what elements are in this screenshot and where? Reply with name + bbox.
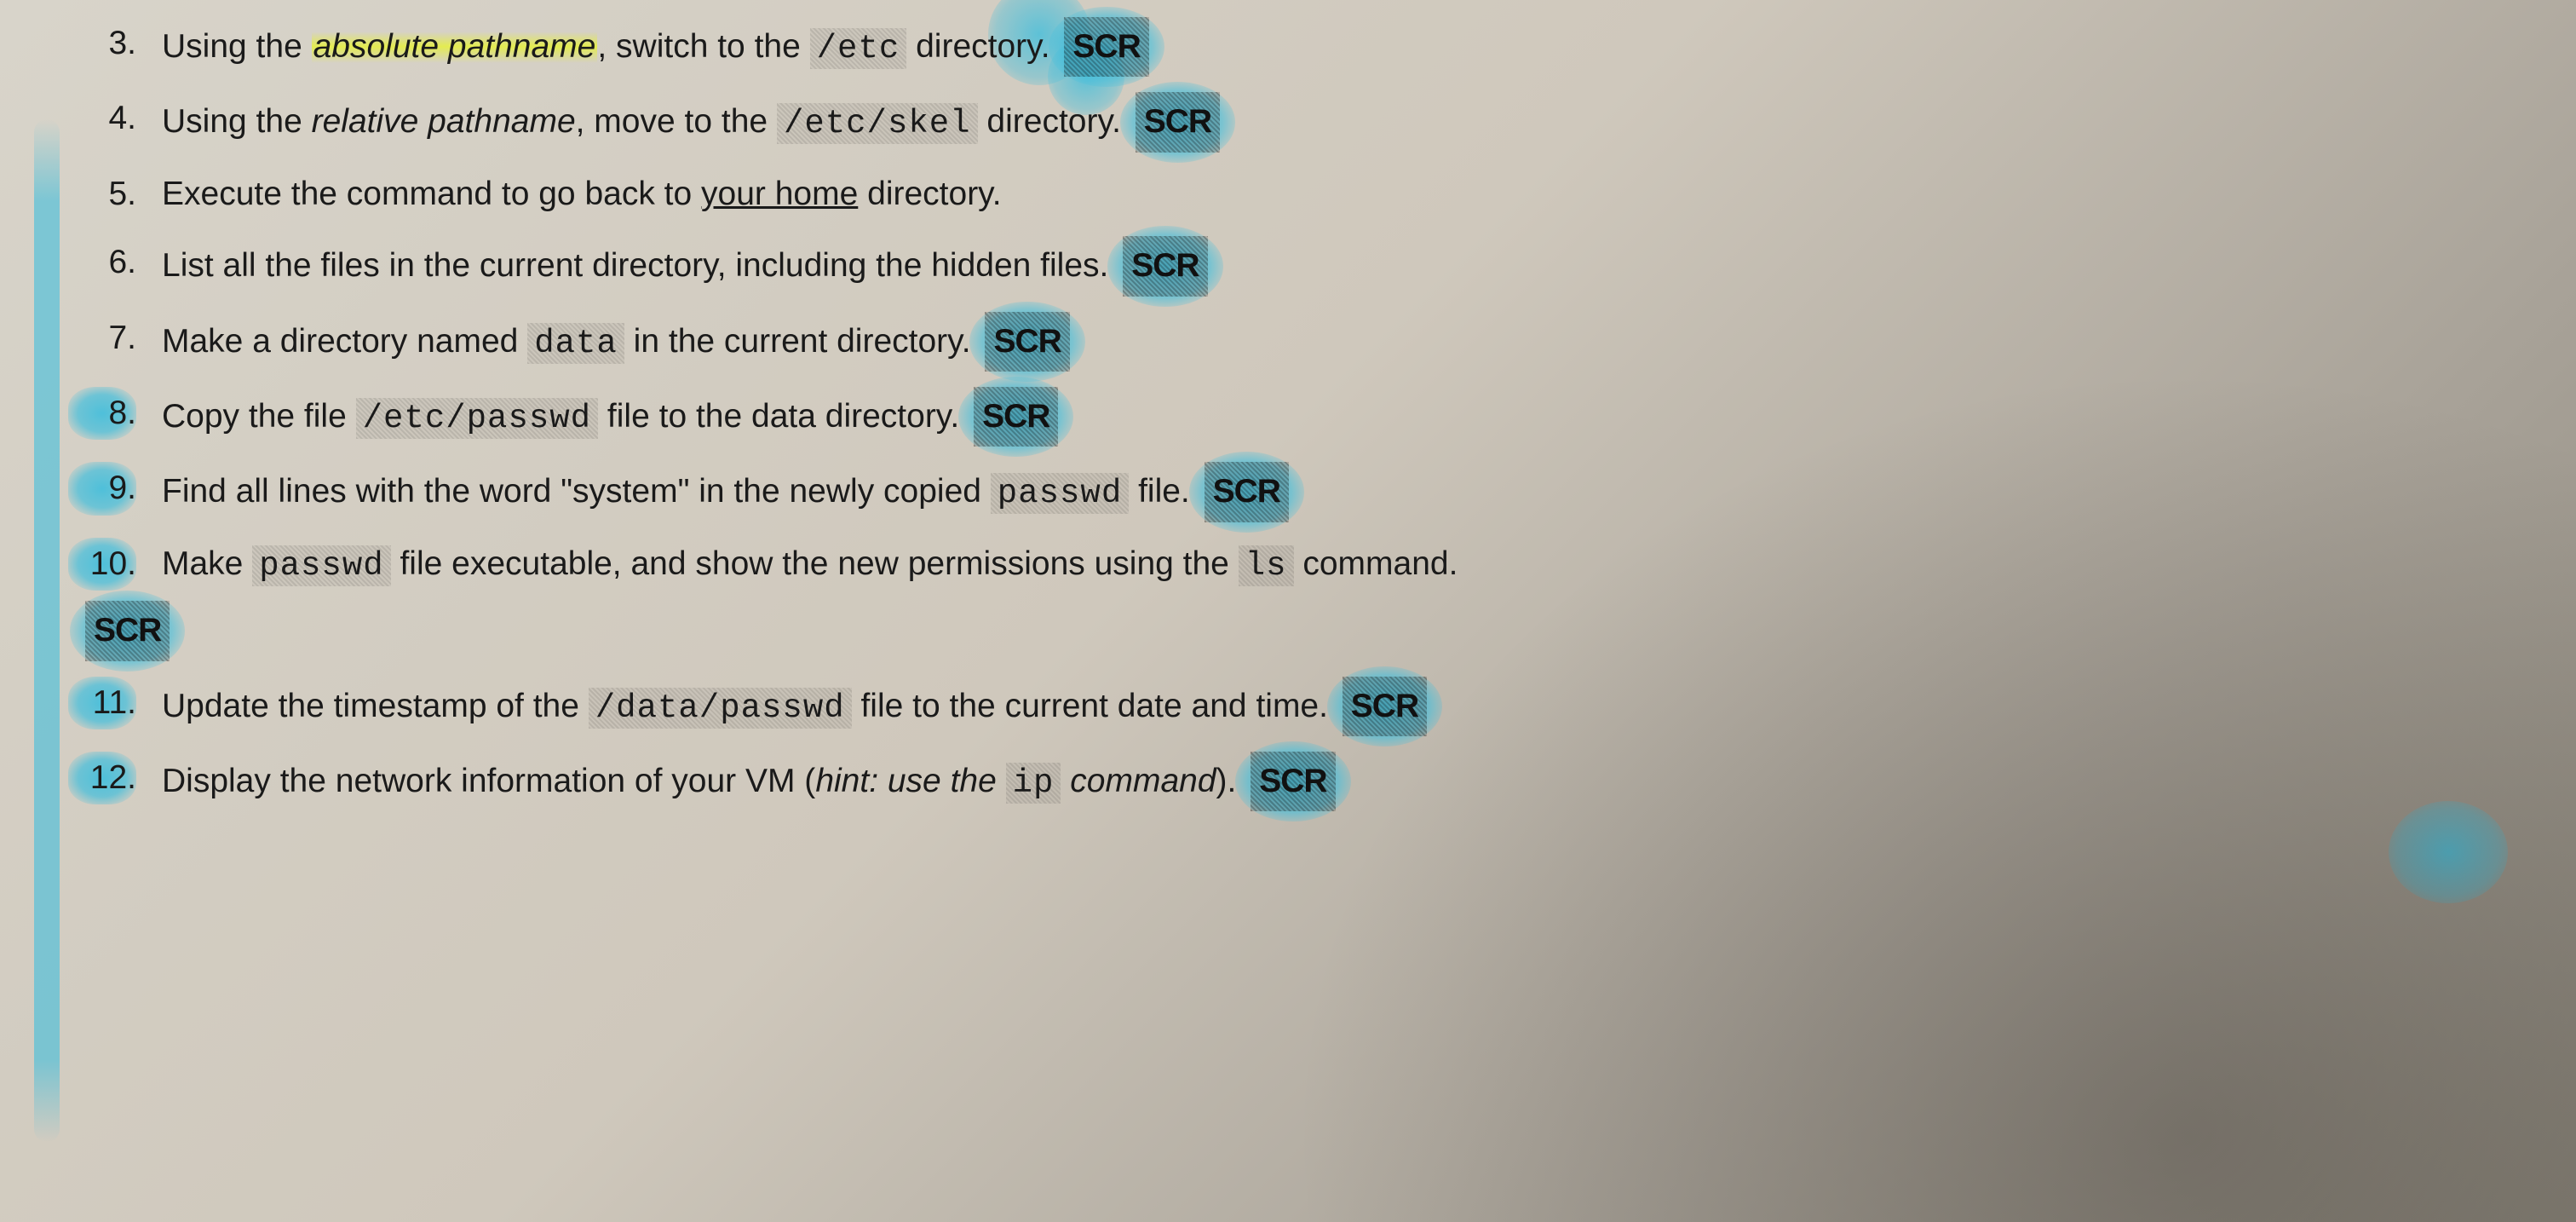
code-text: ls [1239,545,1294,586]
scr-badge: SCR [974,387,1058,447]
list-item: Find all lines with the word "system" in… [51,462,2542,522]
code-text: /etc/passwd [356,398,598,439]
instruction-text: file to the data directory. [598,398,969,435]
list-item: Using the absolute pathname, switch to t… [51,17,2542,77]
list-item: Execute the command to go back to your h… [51,168,2542,221]
instruction-text: ). [1216,763,1246,799]
code-text: /etc/skel [777,103,978,144]
highlighter-blot [2389,801,2508,903]
instruction-text: file executable, and show the new permis… [391,545,1239,582]
instruction-text: Execute the command to go back to [162,176,701,212]
instruction-text: Make a directory named [162,323,527,360]
list-item: Using the relative pathname, move to the… [51,92,2542,152]
scr-badge: SCR [1064,17,1148,77]
instruction-text: command [1061,763,1216,799]
instruction-text: Display the network information of your … [162,763,815,799]
scr-badge: SCR [1123,236,1207,296]
instruction-text: directory. [978,103,1130,140]
scr-badge: SCR [85,601,170,660]
instruction-text: your home [701,176,858,212]
instruction-text: in the current directory. [624,323,980,360]
instruction-text: Copy the file [162,398,356,435]
instruction-text: directory. [858,176,1001,212]
instruction-text: Using the [162,103,312,140]
instruction-text: file. [1129,473,1199,510]
instruction-text: List all the files in the current direct… [162,247,1118,284]
code-text: ip [1006,763,1061,804]
instruction-text: Make [162,545,252,582]
list-item: Display the network information of your … [51,752,2542,811]
instruction-text: Find all lines with the word "system" in… [162,473,991,510]
list-item: List all the files in the current direct… [51,236,2542,296]
instruction-text: file to the current date and time. [852,688,1337,724]
instruction-text: hint: use the [815,763,1005,799]
code-text: passwd [991,473,1129,514]
list-item: Make passwd file executable, and show th… [51,538,2542,661]
scr-badge: SCR [1205,462,1289,522]
instruction-text: absolute pathname [312,28,598,65]
code-text: /data/passwd [589,688,852,729]
list-item: Make a directory named data in the curre… [51,312,2542,372]
instruction-text: Update the timestamp of the [162,688,589,724]
scr-badge: SCR [1251,752,1335,811]
instruction-text: directory. [906,28,1059,65]
instruction-text: , move to the [576,103,777,140]
instruction-text: , switch to the [597,28,809,65]
list-item: Update the timestamp of the /data/passwd… [51,677,2542,736]
instruction-text: Using the [162,28,312,65]
list-item: Copy the file /etc/passwd file to the da… [51,387,2542,447]
instruction-text: command. [1294,545,1458,582]
code-text: data [527,323,624,364]
scr-badge: SCR [985,312,1069,372]
code-text: /etc [810,28,907,69]
instruction-list: Using the absolute pathname, switch to t… [51,17,2542,811]
scr-badge: SCR [1343,677,1427,736]
code-text: passwd [252,545,390,586]
scr-badge: SCR [1136,92,1220,152]
instruction-text: relative pathname [312,103,576,140]
